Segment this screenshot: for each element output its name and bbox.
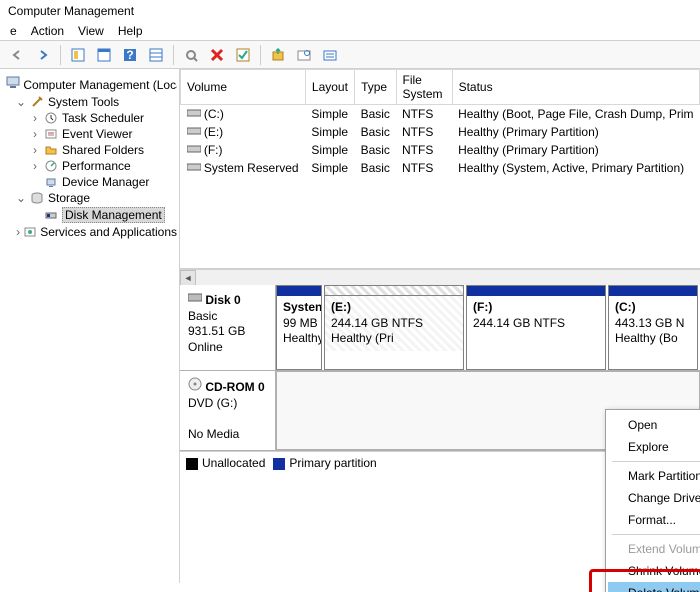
ctx-open[interactable]: Open <box>608 414 700 436</box>
event-icon <box>44 127 58 141</box>
col-layout[interactable]: Layout <box>305 70 354 105</box>
tree-device-manager[interactable]: Device Manager <box>30 174 177 190</box>
partition-E[interactable]: (E:)244.14 GB NTFSHealthy (Pri <box>324 285 464 370</box>
legend-unallocated: Unallocated <box>186 456 265 470</box>
find-button[interactable] <box>293 44 315 66</box>
perf-icon <box>44 159 58 173</box>
ctx-change-letter[interactable]: Change Drive Letter and Paths... <box>608 487 700 509</box>
navigation-tree[interactable]: Computer Management (Local ⌄System Tools… <box>0 69 180 583</box>
table-row[interactable]: (F:)SimpleBasicNTFSHealthy (Primary Part… <box>181 141 700 159</box>
col-fs[interactable]: File System <box>396 70 452 105</box>
cdrom-0-header[interactable]: CD-ROM 0 DVD (G:) No Media <box>180 371 276 450</box>
table-row[interactable]: (C:)SimpleBasicNTFSHealthy (Boot, Page F… <box>181 105 700 124</box>
tree-task-scheduler[interactable]: ›Task Scheduler <box>30 110 177 126</box>
tree-root[interactable]: Computer Management (Local <box>2 73 177 94</box>
col-volume[interactable]: Volume <box>181 70 306 105</box>
drive-icon <box>187 108 201 118</box>
svg-text:?: ? <box>126 48 133 62</box>
window-title: Computer Management <box>0 0 700 22</box>
table-row[interactable]: (E:)SimpleBasicNTFSHealthy (Primary Part… <box>181 123 700 141</box>
vol-name: (F:) <box>204 143 223 157</box>
volume-list-scrollbar[interactable]: ◄ <box>180 269 700 285</box>
storage-icon <box>30 191 44 205</box>
properties-button[interactable] <box>93 44 115 66</box>
table-row[interactable]: System ReservedSimpleBasicNTFSHealthy (S… <box>181 159 700 177</box>
disk-0-header[interactable]: Disk 0 Basic 931.51 GB Online <box>180 285 276 370</box>
device-icon <box>44 175 58 189</box>
partition-Systen[interactable]: Systen99 MBHealthy <box>276 285 322 370</box>
disk-mgmt-icon <box>44 208 58 222</box>
tools-icon <box>30 95 44 109</box>
scroll-left-button[interactable]: ◄ <box>180 270 196 286</box>
separator <box>612 534 700 535</box>
forward-button[interactable] <box>32 44 54 66</box>
ctx-explore[interactable]: Explore <box>608 436 700 458</box>
computer-icon <box>6 75 20 89</box>
ctx-format[interactable]: Format... <box>608 509 700 531</box>
menu-help[interactable]: Help <box>118 24 143 38</box>
help-button[interactable]: ? <box>119 44 141 66</box>
show-hide-tree-button[interactable] <box>67 44 89 66</box>
attach-vhd-button[interactable] <box>267 44 289 66</box>
col-status[interactable]: Status <box>452 70 699 105</box>
tree-disk-management[interactable]: Disk Management <box>30 206 177 224</box>
menu-file[interactable]: e <box>10 24 17 38</box>
drive-icon <box>187 162 201 172</box>
tree-services[interactable]: ›Services and Applications <box>16 224 177 240</box>
separator <box>612 461 700 462</box>
tree-event-viewer[interactable]: ›Event Viewer <box>30 126 177 142</box>
cdrom-icon <box>188 377 202 391</box>
view-button[interactable] <box>145 44 167 66</box>
disk-icon <box>188 291 202 305</box>
back-button[interactable] <box>6 44 28 66</box>
tree-storage[interactable]: ⌄Storage <box>16 190 177 206</box>
ctx-delete-volume[interactable]: Delete Volume... <box>608 582 700 592</box>
vol-name: (E:) <box>204 125 223 139</box>
drive-icon <box>187 144 201 154</box>
context-menu: Open Explore Mark Partition as Active Ch… <box>605 409 700 592</box>
menu-action[interactable]: Action <box>31 24 64 38</box>
menubar: e Action View Help <box>0 22 700 41</box>
legend-primary: Primary partition <box>273 456 376 470</box>
tree-system-tools[interactable]: ⌄System Tools <box>16 94 177 110</box>
more-button[interactable] <box>319 44 341 66</box>
checkbox-button[interactable] <box>232 44 254 66</box>
volume-table: Volume Layout Type File System Status (C… <box>180 69 700 177</box>
vol-name: (C:) <box>204 107 224 121</box>
tree-shared-folders[interactable]: ›Shared Folders <box>30 142 177 158</box>
delete-button[interactable] <box>206 44 228 66</box>
partition-F[interactable]: (F:)244.14 GB NTFS <box>466 285 606 370</box>
ctx-mark-active[interactable]: Mark Partition as Active <box>608 465 700 487</box>
drive-icon <box>187 126 201 136</box>
services-icon <box>24 225 36 239</box>
vol-name: System Reserved <box>204 161 299 175</box>
settings-button[interactable] <box>180 44 202 66</box>
disk-0-row: Disk 0 Basic 931.51 GB Online Systen99 M… <box>180 285 700 371</box>
col-type[interactable]: Type <box>355 70 396 105</box>
ctx-extend: Extend Volume... <box>608 538 700 560</box>
folder-share-icon <box>44 143 58 157</box>
partition-C[interactable]: (C:)443.13 GB NHealthy (Bo <box>608 285 698 370</box>
clock-icon <box>44 111 58 125</box>
ctx-shrink[interactable]: Shrink Volume... <box>608 560 700 582</box>
toolbar: ? <box>0 41 700 69</box>
menu-view[interactable]: View <box>78 24 104 38</box>
volume-list[interactable]: Volume Layout Type File System Status (C… <box>180 69 700 269</box>
tree-performance[interactable]: ›Performance <box>30 158 177 174</box>
